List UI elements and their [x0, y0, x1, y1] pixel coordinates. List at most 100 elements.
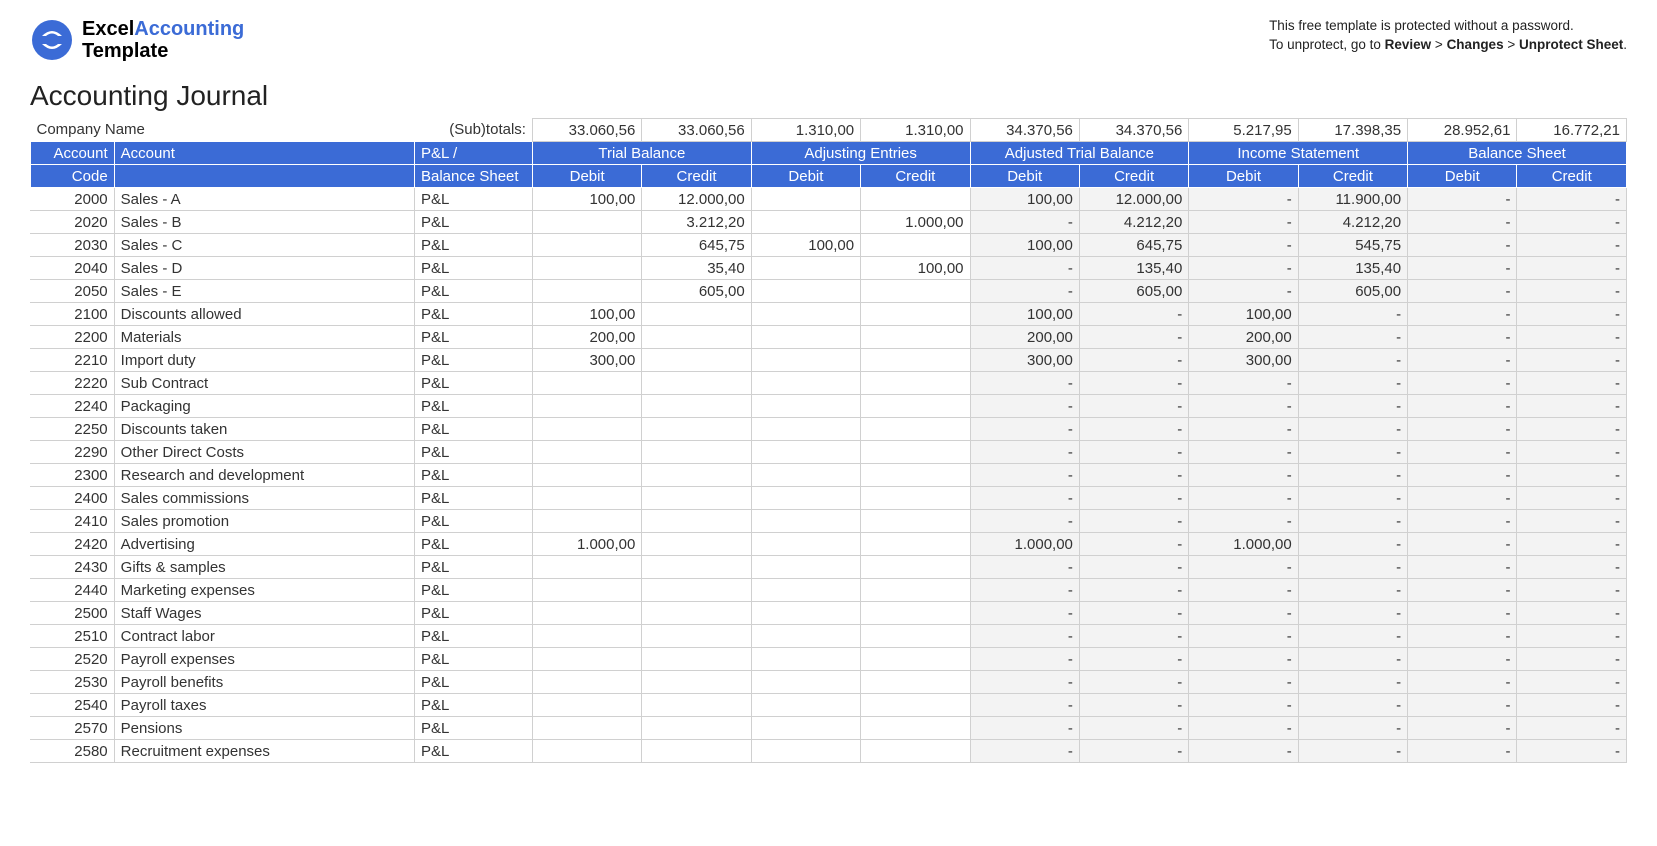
- cell-tb-credit[interactable]: [642, 717, 751, 740]
- cell-ae-debit[interactable]: [751, 671, 860, 694]
- cell-tb-credit[interactable]: [642, 533, 751, 556]
- cell-tb-credit[interactable]: [642, 349, 751, 372]
- cell-tb-debit[interactable]: 200,00: [532, 326, 641, 349]
- cell-ae-credit[interactable]: [861, 694, 970, 717]
- cell-tb-credit[interactable]: [642, 303, 751, 326]
- cell-tb-debit[interactable]: 300,00: [532, 349, 641, 372]
- cell-ae-credit[interactable]: 100,00: [861, 257, 970, 280]
- cell-tb-credit[interactable]: [642, 487, 751, 510]
- cell-tb-credit[interactable]: [642, 464, 751, 487]
- cell-ae-debit[interactable]: [751, 579, 860, 602]
- cell-tb-credit[interactable]: [642, 395, 751, 418]
- cell-tb-debit[interactable]: 100,00: [532, 188, 641, 211]
- cell-ae-credit[interactable]: [861, 487, 970, 510]
- cell-ae-debit[interactable]: [751, 257, 860, 280]
- cell-tb-debit[interactable]: [532, 464, 641, 487]
- cell-tb-debit[interactable]: [532, 372, 641, 395]
- cell-tb-debit[interactable]: [532, 740, 641, 763]
- cell-ae-debit[interactable]: [751, 211, 860, 234]
- cell-ae-debit[interactable]: [751, 648, 860, 671]
- cell-ae-debit[interactable]: [751, 349, 860, 372]
- cell-ae-credit[interactable]: [861, 579, 970, 602]
- cell-tb-debit[interactable]: [532, 579, 641, 602]
- cell-tb-credit[interactable]: [642, 602, 751, 625]
- cell-ae-credit[interactable]: [861, 510, 970, 533]
- cell-ae-debit[interactable]: [751, 464, 860, 487]
- cell-ae-debit[interactable]: [751, 441, 860, 464]
- cell-tb-debit[interactable]: [532, 510, 641, 533]
- cell-tb-debit[interactable]: [532, 556, 641, 579]
- cell-ae-credit[interactable]: [861, 648, 970, 671]
- cell-ae-debit[interactable]: [751, 602, 860, 625]
- cell-ae-debit[interactable]: [751, 395, 860, 418]
- cell-tb-credit[interactable]: [642, 694, 751, 717]
- cell-tb-debit[interactable]: 100,00: [532, 303, 641, 326]
- cell-tb-debit[interactable]: [532, 280, 641, 303]
- cell-tb-debit[interactable]: [532, 648, 641, 671]
- cell-ae-debit[interactable]: [751, 717, 860, 740]
- cell-ae-debit[interactable]: [751, 487, 860, 510]
- cell-ae-debit[interactable]: [751, 625, 860, 648]
- cell-ae-credit[interactable]: [861, 372, 970, 395]
- cell-tb-debit[interactable]: [532, 418, 641, 441]
- cell-tb-credit[interactable]: [642, 326, 751, 349]
- cell-ae-credit[interactable]: [861, 234, 970, 257]
- cell-ae-debit[interactable]: [751, 418, 860, 441]
- cell-tb-credit[interactable]: [642, 740, 751, 763]
- cell-tb-credit[interactable]: [642, 671, 751, 694]
- cell-ae-credit[interactable]: [861, 303, 970, 326]
- cell-ae-debit[interactable]: [751, 372, 860, 395]
- cell-ae-credit[interactable]: [861, 464, 970, 487]
- cell-ae-debit[interactable]: [751, 188, 860, 211]
- cell-tb-credit[interactable]: 12.000,00: [642, 188, 751, 211]
- cell-ae-credit[interactable]: [861, 533, 970, 556]
- cell-tb-debit[interactable]: [532, 487, 641, 510]
- cell-ae-debit[interactable]: [751, 556, 860, 579]
- cell-ae-credit[interactable]: [861, 717, 970, 740]
- cell-tb-debit[interactable]: [532, 625, 641, 648]
- cell-ae-credit[interactable]: [861, 349, 970, 372]
- cell-ae-credit[interactable]: [861, 395, 970, 418]
- cell-ae-debit[interactable]: [751, 533, 860, 556]
- cell-ae-debit[interactable]: [751, 510, 860, 533]
- cell-tb-debit[interactable]: [532, 671, 641, 694]
- cell-ae-debit[interactable]: [751, 280, 860, 303]
- cell-ae-credit[interactable]: [861, 326, 970, 349]
- cell-tb-debit[interactable]: [532, 694, 641, 717]
- cell-tb-debit[interactable]: [532, 234, 641, 257]
- cell-ae-credit[interactable]: [861, 602, 970, 625]
- cell-ae-debit[interactable]: 100,00: [751, 234, 860, 257]
- cell-tb-credit[interactable]: [642, 648, 751, 671]
- cell-ae-debit[interactable]: [751, 740, 860, 763]
- cell-ae-credit[interactable]: [861, 280, 970, 303]
- cell-tb-credit[interactable]: [642, 510, 751, 533]
- cell-tb-debit[interactable]: 1.000,00: [532, 533, 641, 556]
- cell-ae-credit[interactable]: 1.000,00: [861, 211, 970, 234]
- cell-ae-credit[interactable]: [861, 671, 970, 694]
- cell-tb-debit[interactable]: [532, 717, 641, 740]
- cell-tb-debit[interactable]: [532, 395, 641, 418]
- cell-ae-debit[interactable]: [751, 303, 860, 326]
- cell-tb-debit[interactable]: [532, 257, 641, 280]
- cell-ae-credit[interactable]: [861, 188, 970, 211]
- cell-tb-credit[interactable]: 3.212,20: [642, 211, 751, 234]
- cell-tb-credit[interactable]: [642, 418, 751, 441]
- cell-tb-debit[interactable]: [532, 602, 641, 625]
- cell-tb-credit[interactable]: [642, 579, 751, 602]
- cell-tb-debit[interactable]: [532, 441, 641, 464]
- cell-tb-debit[interactable]: [532, 211, 641, 234]
- cell-tb-credit[interactable]: [642, 556, 751, 579]
- cell-tb-credit[interactable]: [642, 441, 751, 464]
- cell-ae-credit[interactable]: [861, 441, 970, 464]
- cell-ae-debit[interactable]: [751, 326, 860, 349]
- cell-tb-credit[interactable]: 645,75: [642, 234, 751, 257]
- cell-tb-credit[interactable]: [642, 372, 751, 395]
- cell-ae-credit[interactable]: [861, 556, 970, 579]
- cell-ae-credit[interactable]: [861, 625, 970, 648]
- cell-ae-debit[interactable]: [751, 694, 860, 717]
- cell-tb-credit[interactable]: 35,40: [642, 257, 751, 280]
- cell-tb-credit[interactable]: 605,00: [642, 280, 751, 303]
- cell-ae-credit[interactable]: [861, 740, 970, 763]
- cell-ae-credit[interactable]: [861, 418, 970, 441]
- cell-tb-credit[interactable]: [642, 625, 751, 648]
